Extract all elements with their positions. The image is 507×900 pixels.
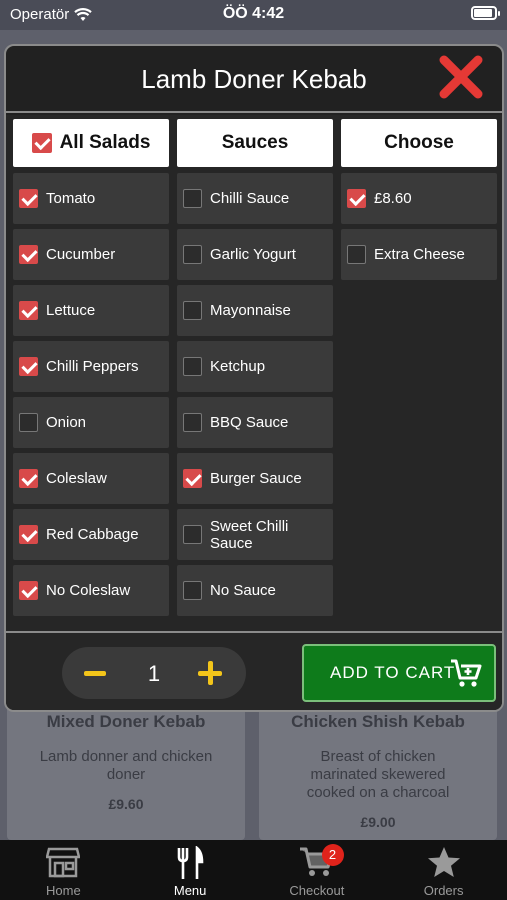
- menu-card-price: £9.00: [360, 814, 396, 830]
- checkbox-icon: [183, 189, 202, 208]
- star-icon: [427, 847, 460, 877]
- checkbox-icon: [183, 469, 202, 488]
- option-label: Mayonnaise: [210, 302, 291, 319]
- checkbox-icon: [19, 469, 38, 488]
- checkbox-icon: [347, 189, 366, 208]
- product-options-modal: Lamb Doner Kebab All Salads Tomato Cucumb…: [4, 44, 504, 712]
- tab-label: Home: [46, 883, 81, 898]
- modal-header: Lamb Doner Kebab: [6, 46, 502, 113]
- battery-icon: [471, 6, 500, 20]
- salads-option[interactable]: Chilli Peppers: [13, 341, 169, 392]
- add-to-cart-label: ADD TO CART: [330, 663, 456, 682]
- cutlery-icon: [177, 846, 204, 879]
- checkbox-icon: [183, 357, 202, 376]
- checkbox-icon: [183, 581, 202, 600]
- checkbox-icon: [347, 245, 366, 264]
- option-label: Cucumber: [46, 246, 116, 263]
- salads-option[interactable]: Lettuce: [13, 285, 169, 336]
- sauces-option[interactable]: Chilli Sauce: [177, 173, 333, 224]
- menu-card-title: Mixed Doner Kebab: [46, 712, 206, 731]
- close-icon[interactable]: [438, 54, 484, 100]
- salads-option[interactable]: Red Cabbage: [13, 509, 169, 560]
- checkbox-icon: [183, 525, 202, 544]
- sauces-option[interactable]: Mayonnaise: [177, 285, 333, 336]
- salads-option[interactable]: No Coleslaw: [13, 565, 169, 616]
- checkbox-icon: [31, 133, 52, 153]
- modal-footer: 1 ADD TO CART: [6, 631, 502, 710]
- salads-option[interactable]: Coleslaw: [13, 453, 169, 504]
- option-label: Burger Sauce: [210, 470, 302, 487]
- sauces-option[interactable]: No Sauce: [177, 565, 333, 616]
- checkbox-icon: [183, 245, 202, 264]
- checkbox-icon: [19, 245, 38, 264]
- cart-count-badge: 2: [321, 844, 344, 866]
- checkbox-icon: [19, 301, 38, 320]
- checkbox-icon: [19, 525, 38, 544]
- menu-card-title: Chicken Shish Kebab: [291, 712, 465, 731]
- option-label: No Coleslaw: [46, 582, 131, 599]
- options-area: All Salads Tomato Cucumber Lettuce Chilli P…: [6, 115, 502, 631]
- option-label: Lettuce: [46, 302, 96, 319]
- option-label: £8.60: [374, 190, 412, 207]
- menu-card-description: Breast of chicken marinated skewered coo…: [306, 748, 450, 801]
- option-label: Ketchup: [210, 358, 266, 375]
- checkbox-icon: [19, 189, 38, 208]
- menu-card-description: Lamb donner and chicken doner: [39, 748, 213, 783]
- tab-label: Checkout: [289, 883, 345, 898]
- salads-option[interactable]: Cucumber: [13, 229, 169, 280]
- tab-checkout[interactable]: 2 Checkout: [254, 840, 381, 900]
- increase-quantity-button[interactable]: [198, 661, 222, 685]
- sauces-option[interactable]: Garlic Yogurt: [177, 229, 333, 280]
- tab-orders[interactable]: Orders: [380, 840, 507, 900]
- tab-home[interactable]: Home: [0, 840, 127, 900]
- option-label: Red Cabbage: [46, 526, 139, 543]
- modal-title: Lamb Doner Kebab: [141, 64, 367, 94]
- column-header-label: Sauces: [221, 132, 289, 153]
- sauces-option[interactable]: BBQ Sauce: [177, 397, 333, 448]
- choose-option[interactable]: £8.60: [341, 173, 497, 224]
- choose-header: Choose: [341, 119, 497, 167]
- checkbox-icon: [183, 301, 202, 320]
- checkbox-icon: [183, 413, 202, 432]
- sauces-option[interactable]: Sweet Chilli Sauce: [177, 509, 333, 560]
- column-header-label: All Salads: [59, 132, 151, 153]
- option-label: Garlic Yogurt: [210, 246, 296, 263]
- status-bar: Operatör ÖÖ 4:42: [0, 0, 507, 30]
- salads-column: All Salads Tomato Cucumber Lettuce Chilli P…: [13, 119, 169, 621]
- option-label: Extra Cheese: [374, 246, 465, 263]
- sauces-column: Sauces Chilli Sauce Garlic Yogurt Mayonnai…: [177, 119, 333, 621]
- checkbox-icon: [19, 357, 38, 376]
- salads-option[interactable]: Tomato: [13, 173, 169, 224]
- option-label: Chilli Sauce: [210, 190, 290, 207]
- menu-card-price: £9.60: [108, 796, 144, 812]
- option-label: Tomato: [46, 190, 96, 207]
- checkbox-icon: [19, 581, 38, 600]
- all-salads-toggle[interactable]: All Salads: [13, 119, 169, 167]
- menu-card-mixed-doner[interactable]: Mixed Doner Kebab Lamb donner and chicke…: [7, 700, 245, 840]
- menu-card-chicken-shish[interactable]: Chicken Shish Kebab Breast of chicken ma…: [259, 700, 497, 840]
- store-icon: [46, 847, 81, 878]
- option-label: Coleslaw: [46, 470, 107, 487]
- checkbox-icon: [19, 413, 38, 432]
- tab-label: Orders: [423, 883, 464, 898]
- cart-add-icon: [451, 659, 482, 687]
- option-label: No Sauce: [210, 582, 276, 599]
- salads-option[interactable]: Onion: [13, 397, 169, 448]
- clock: ÖÖ 4:42: [222, 5, 285, 22]
- sauces-option[interactable]: Ketchup: [177, 341, 333, 392]
- sauces-option[interactable]: Burger Sauce: [177, 453, 333, 504]
- choose-option[interactable]: Extra Cheese: [341, 229, 497, 280]
- add-to-cart-button[interactable]: ADD TO CART: [302, 644, 496, 702]
- sauces-header: Sauces: [177, 119, 333, 167]
- quantity-stepper: 1: [62, 647, 246, 699]
- tab-bar: Home Menu 2 Checkout Orders: [0, 840, 507, 900]
- tab-menu[interactable]: Menu: [127, 840, 254, 900]
- option-label: Chilli Peppers: [46, 358, 139, 375]
- column-header-label: Choose: [384, 132, 454, 153]
- option-label: Onion: [46, 414, 87, 431]
- tab-label: Menu: [173, 883, 207, 898]
- option-label: Sweet Chilli Sauce: [210, 517, 289, 552]
- choose-column: Choose £8.60 Extra Cheese: [341, 119, 497, 285]
- option-label: BBQ Sauce: [210, 414, 289, 431]
